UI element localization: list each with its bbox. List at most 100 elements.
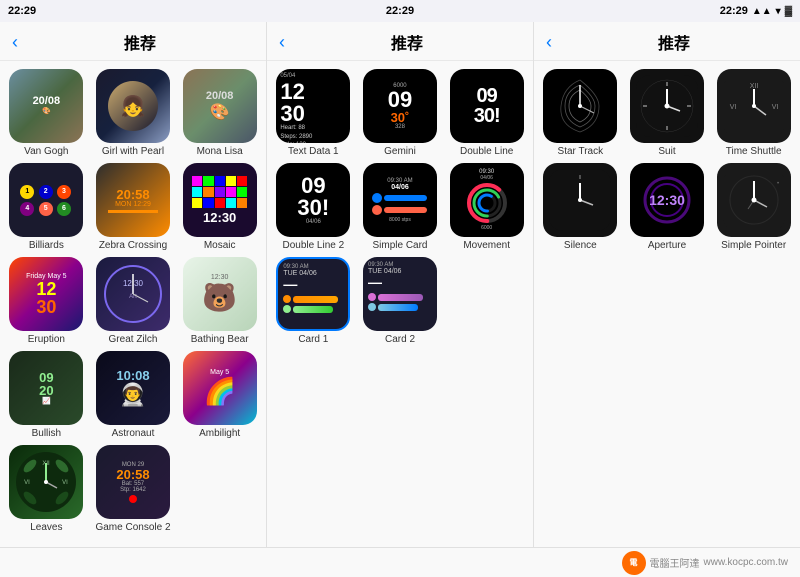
bathing-bear-emoji: 🐻	[202, 281, 237, 314]
mona-lisa-label: Mona Lisa	[197, 146, 243, 157]
bottom-bar: 電 電腦王阿達 www.kocpc.com.tw	[0, 547, 800, 577]
mosaic-time: 12:30	[203, 210, 236, 225]
signal-icon: ▲▲	[752, 6, 772, 17]
card-2-time-big: —	[368, 275, 432, 289]
bullish-label: Bullish	[32, 428, 61, 439]
wf-content-billiards: 1 2 3 4 5 6	[9, 163, 83, 237]
watch-item-bullish[interactable]: 09 20 📈 Bullish	[6, 351, 87, 439]
eruption-time: 12	[36, 280, 56, 298]
status-center: 22:29	[271, 5, 530, 17]
billiards-label: Billiards	[29, 240, 64, 251]
simple-pointer-svg: •	[723, 169, 785, 231]
ambilight-rainbow: 🌈	[203, 376, 235, 407]
bathing-bear-label: Bathing Bear	[191, 334, 249, 345]
wf-content-bathing-bear: 12:30 🐻	[183, 257, 257, 331]
watch-item-astronaut[interactable]: 10:08 👨‍🚀 Astronaut	[93, 351, 174, 439]
watch-thumb-girl-pearl: 👧	[96, 69, 170, 143]
mosaic-label: Mosaic	[204, 240, 236, 251]
wf-content-game-console-2: MON 29 20:58 Bat: 557 Stp: 1642	[96, 445, 170, 519]
panel-3: ‹ 推荐	[534, 22, 800, 547]
card-1-content: 09:30 AM TUE 04/06 —	[278, 259, 348, 329]
card-1-label: Card 1	[298, 334, 328, 345]
watch-thumb-gemini: 6000 09 30˚ 328	[363, 69, 437, 143]
ambilight-label: Ambilight	[199, 428, 240, 439]
watch-item-star-track[interactable]: Star Track	[540, 69, 621, 157]
great-zilch-label: Great Zilch	[109, 334, 158, 345]
watch-item-mona-lisa[interactable]: 20/08 🎨 Mona Lisa	[179, 69, 260, 157]
double-line-label: Double Line	[460, 146, 513, 157]
watch-thumb-card-2: 09:30 AM TUE 04/06 —	[363, 257, 437, 331]
eruption-label: Eruption	[28, 334, 65, 345]
wf-content-ambilight: May 5 🌈	[183, 351, 257, 425]
aperture-label: Aperture	[648, 240, 686, 251]
watch-thumb-movement: 09:30 04/06 6000	[450, 163, 524, 237]
watch-item-zebra[interactable]: 20:58 MON 12:29 Zebra Crossing	[93, 163, 174, 251]
watch-item-eruption[interactable]: Friday May 5 12 30 Eruption	[6, 257, 87, 345]
watch-item-girl-pearl[interactable]: 👧 Girl with Pearl	[93, 69, 174, 157]
watch-item-double-line[interactable]: 09 30! Double Line	[446, 69, 527, 157]
back-arrow-3[interactable]: ‹	[546, 32, 552, 53]
watch-item-billiards[interactable]: 1 2 3 4 5 6 Billiards	[6, 163, 87, 251]
watermark-text: 電腦王阿達	[650, 555, 700, 570]
watch-item-leaves[interactable]: XII VI VI Leaves	[6, 445, 87, 533]
status-right: 22:29 ▲▲ ▾ ▓	[533, 5, 792, 17]
billiards-balls: 1 2 3 4 5 6	[20, 185, 72, 216]
movement-rings-svg	[465, 181, 509, 225]
watch-item-ambilight[interactable]: May 5 🌈 Ambilight	[179, 351, 260, 439]
silence-svg	[549, 169, 611, 231]
watch-item-time-shuttle[interactable]: XII VI VI Time Shuttle	[713, 69, 794, 157]
watermark: 電 電腦王阿達 www.kocpc.com.tw	[622, 551, 788, 575]
leaves-label: Leaves	[30, 522, 62, 533]
watch-item-silence[interactable]: Silence	[540, 163, 621, 251]
watch-thumb-mona-lisa: 20/08 🎨	[183, 69, 257, 143]
panel-2-scroll[interactable]: 05/04 12 30 Heart: 88 Steps: 2890 Calo: …	[267, 61, 533, 547]
watch-thumb-game-console-2: MON 29 20:58 Bat: 557 Stp: 1642	[96, 445, 170, 519]
watch-item-bathing-bear[interactable]: 12:30 🐻 Bathing Bear	[179, 257, 260, 345]
status-bar: 22:29 22:29 22:29 ▲▲ ▾ ▓	[0, 0, 800, 22]
astronaut-emoji: 👨‍🚀	[119, 382, 146, 408]
panel-3-scroll[interactable]: Star Track	[534, 61, 800, 547]
mona-lisa-text: 20/08 🎨	[206, 90, 234, 122]
watch-item-movement[interactable]: 09:30 04/06 6000	[446, 163, 527, 251]
watch-thumb-aperture: 12:30	[630, 163, 704, 237]
watch-item-suit[interactable]: Suit	[627, 69, 708, 157]
watch-item-simple-pointer[interactable]: • Simple Pointer	[713, 163, 794, 251]
simple-card-steps: 8000 stps	[389, 217, 411, 223]
watch-item-mosaic[interactable]: 12:30 Mosaic	[179, 163, 260, 251]
watch-item-simple-card[interactable]: 09:30 AM 04/06	[360, 163, 441, 251]
back-arrow-1[interactable]: ‹	[12, 32, 18, 53]
wf-content-gemini: 6000 09 30˚ 328	[363, 69, 437, 143]
simple-card-day: 04/06	[391, 184, 409, 191]
watch-item-card-1[interactable]: 09:30 AM TUE 04/06 —	[273, 257, 354, 345]
van-gogh-label: Van Gogh	[24, 146, 68, 157]
watch-item-aperture[interactable]: 12:30 Aperture	[627, 163, 708, 251]
panel-1-title: 推荐	[26, 30, 254, 54]
panel-3-grid: Star Track	[540, 69, 794, 251]
watch-item-van-gogh[interactable]: 20/08 🎨 Van Gogh	[6, 69, 87, 157]
watch-thumb-bullish: 09 20 📈	[9, 351, 83, 425]
watch-item-great-zilch[interactable]: 12:30 Art Great Zilch	[93, 257, 174, 345]
panel-1-scroll[interactable]: 20/08 🎨 Van Gogh 👧	[0, 61, 266, 547]
double-line-time2: 30!	[474, 106, 500, 126]
watch-item-gemini[interactable]: 6000 09 30˚ 328 Gemini	[360, 69, 441, 157]
panel-2-grid: 05/04 12 30 Heart: 88 Steps: 2890 Calo: …	[273, 69, 527, 345]
wifi-icon: ▾	[776, 6, 781, 17]
wf-content-great-zilch: 12:30 Art	[96, 257, 170, 331]
zebra-time: 20:58	[116, 188, 149, 201]
svg-text:VI: VI	[729, 104, 736, 111]
wf-content-suit	[630, 69, 704, 143]
watch-item-card-2[interactable]: 09:30 AM TUE 04/06 —	[360, 257, 441, 345]
watch-item-double-line-2[interactable]: 09 30! 04/06 Double Line 2	[273, 163, 354, 251]
watch-item-text-data-1[interactable]: 05/04 12 30 Heart: 88 Steps: 2890 Calo: …	[273, 69, 354, 157]
watch-item-game-console-2[interactable]: MON 29 20:58 Bat: 557 Stp: 1642 Game Con…	[93, 445, 174, 533]
panel-3-title: 推荐	[560, 30, 788, 54]
panel-2-header: ‹ 推荐	[267, 22, 533, 61]
wf-content-zebra: 20:58 MON 12:29	[96, 163, 170, 237]
zebra-date: MON 12:29	[115, 201, 151, 208]
svg-text:VI: VI	[62, 480, 68, 486]
mosaic-grid	[192, 176, 247, 208]
back-arrow-2[interactable]: ‹	[279, 32, 285, 53]
time-right: 22:29	[720, 5, 748, 17]
text-data-1-label: Text Data 1	[288, 146, 339, 157]
bathing-bear-time: 12:30	[211, 274, 229, 281]
